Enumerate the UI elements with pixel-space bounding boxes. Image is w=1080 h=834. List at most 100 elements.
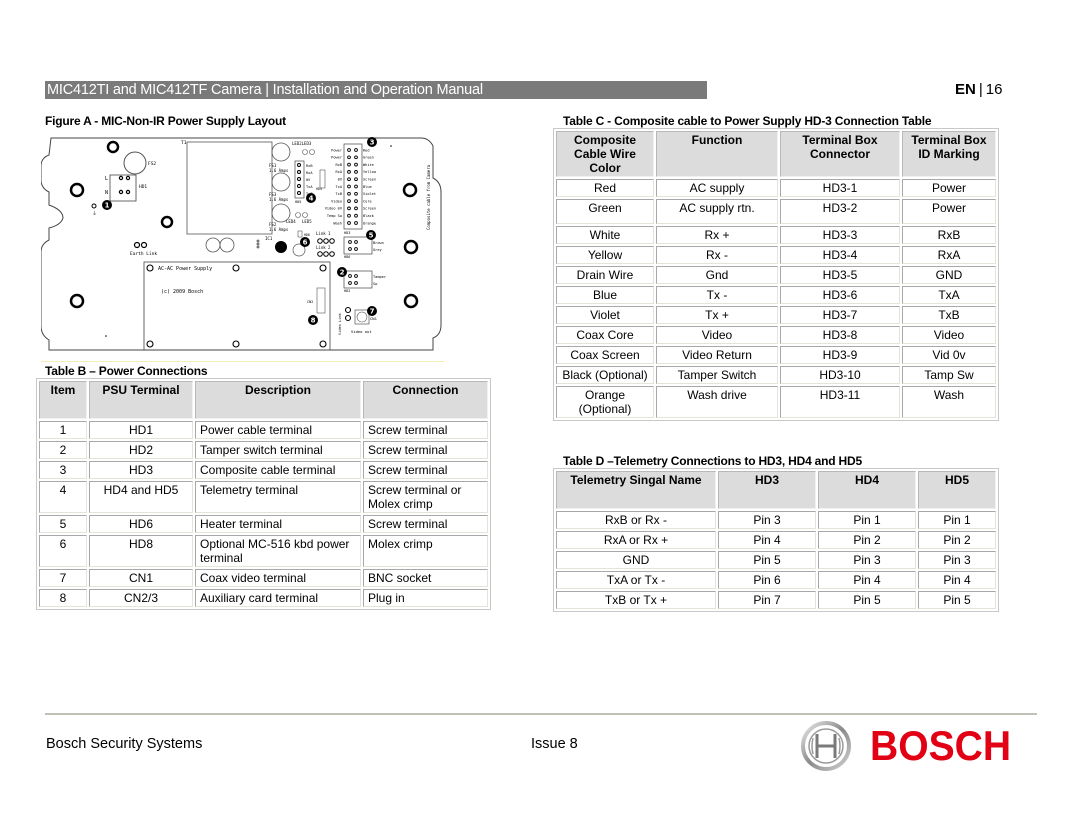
bosch-logo: BOSCH bbox=[800, 720, 1030, 772]
power-supply-layout-figure: FS2 L N HD1 ⏚ Earth Link T1 FS1 1.6 Amps… bbox=[41, 130, 444, 362]
table-cell: Wash bbox=[902, 386, 996, 418]
table-cell: Black (Optional) bbox=[556, 366, 654, 384]
table-cell: Tamp Sw bbox=[902, 366, 996, 384]
column-header: Telemetry Singal Name bbox=[556, 471, 716, 509]
callout-number: 2 bbox=[340, 269, 345, 277]
table-cell: Heater terminal bbox=[195, 515, 361, 533]
label-hd2: HD2 bbox=[344, 289, 350, 293]
table-cell: Pin 4 bbox=[718, 531, 816, 549]
hd3-left-label: TxA bbox=[336, 185, 343, 189]
table-cell: HD3 bbox=[89, 461, 193, 479]
hd3-left-label: RxA bbox=[336, 170, 343, 174]
table-cell: Tamper switch terminal bbox=[195, 441, 361, 459]
table-cell: Blue bbox=[556, 286, 654, 304]
figure-a-caption: Figure A - MIC-Non-IR Power Supply Layou… bbox=[45, 114, 286, 128]
label-led2-led3: LED2LED3 bbox=[292, 141, 312, 146]
table-row: 3 HD3 Composite cable terminal Screw termin… bbox=[39, 461, 488, 479]
table-cell: Screw terminal bbox=[363, 421, 488, 439]
table-cell: 6 bbox=[39, 535, 87, 567]
table-b-caption: Table B – Power Connections bbox=[45, 364, 208, 378]
table-cell: Tx - bbox=[656, 286, 778, 304]
table-cell: HD3-9 bbox=[780, 346, 900, 364]
label-fs1-rating: 1.6 Amps bbox=[269, 168, 289, 173]
svg-text:Tamper: Tamper bbox=[373, 275, 387, 279]
label-video-link: Video Link bbox=[338, 313, 342, 335]
table-cell: Screw terminal bbox=[363, 515, 488, 533]
label-hd8: HD8 bbox=[304, 233, 310, 237]
power-connections-table: Item PSU Terminal Description Connection 1H… bbox=[36, 378, 491, 610]
column-header: Terminal Box Connector bbox=[780, 131, 900, 177]
hd3-left-label: Video 0V bbox=[325, 207, 343, 211]
label-fs2-rating: 1.6 Amps bbox=[269, 227, 289, 232]
hd3-right-label: Blue bbox=[363, 185, 372, 189]
label-ac-supply: AC-AC Power Supply bbox=[158, 266, 212, 272]
column-header: Function bbox=[656, 131, 778, 177]
column-header: Terminal Box ID Marking bbox=[902, 131, 996, 177]
label-led5: LED5 bbox=[302, 219, 312, 224]
label-hd5: HD5 bbox=[295, 200, 301, 204]
table-cell: HD3-10 bbox=[780, 366, 900, 384]
label-cn1: CN1 bbox=[370, 316, 378, 321]
label-earth-link: Earth Link bbox=[130, 251, 157, 257]
table-row: 4 HD4 and HD5 Telemetry terminal Screw term… bbox=[39, 481, 488, 513]
table-cell: Power bbox=[902, 179, 996, 197]
table-row: Yellow Rx - HD3-4 RxA bbox=[556, 246, 996, 264]
table-cell: Pin 4 bbox=[818, 571, 916, 589]
table-cell: Pin 4 bbox=[918, 571, 996, 589]
table-cell: HD3-7 bbox=[780, 306, 900, 324]
transformer-t1 bbox=[186, 141, 273, 235]
table-row: Violet Tx + HD3-7 TxB bbox=[556, 306, 996, 324]
table-cell: Wash drive bbox=[656, 386, 778, 418]
table-cell: HD1 bbox=[89, 421, 193, 439]
bosch-armature-icon bbox=[801, 721, 851, 771]
table-cell: Coax Screen bbox=[556, 346, 654, 364]
label-hd4: HD4 bbox=[316, 187, 322, 191]
table-row: RxB or Rx - Pin 3 Pin 1 Pin 1 bbox=[556, 511, 996, 529]
label-t1: T1 bbox=[181, 140, 187, 146]
table-row: TxA or Tx - Pin 6 Pin 4 Pin 4 bbox=[556, 571, 996, 589]
hd3-right-label: Green bbox=[363, 156, 374, 160]
page-indicator: EN | 16 bbox=[955, 80, 1002, 100]
table-cell: 1 bbox=[39, 421, 87, 439]
table-cell: Plug in bbox=[363, 589, 488, 607]
label-l: L bbox=[105, 176, 108, 182]
table-cell: Tamper Switch bbox=[656, 366, 778, 384]
table-cell: Pin 3 bbox=[818, 551, 916, 569]
hd3-left-label: Wash bbox=[333, 221, 342, 225]
label-copyright: (c) 2009 Bosch bbox=[161, 289, 203, 295]
svg-text:Brown: Brown bbox=[373, 241, 384, 245]
svg-text:RxA: RxA bbox=[306, 171, 313, 175]
svg-text:⏚: ⏚ bbox=[92, 210, 97, 217]
table-cell: TxA bbox=[902, 286, 996, 304]
table-cell: 3 bbox=[39, 461, 87, 479]
label-ic1: IC1 bbox=[265, 236, 273, 241]
composite-cable-table: Composite Cable Wire Color Function Termin… bbox=[553, 128, 999, 421]
table-cell: CN2/3 bbox=[89, 589, 193, 607]
table-cell: White bbox=[556, 226, 654, 244]
table-cell: Screw terminal bbox=[363, 461, 488, 479]
label-hd3: HD3 bbox=[344, 231, 350, 235]
table-row: Red AC supply HD3-1 Power bbox=[556, 179, 996, 197]
label-cn2: CN2 bbox=[307, 300, 313, 304]
footer-company: Bosch Security Systems bbox=[46, 736, 203, 752]
svg-text:TxA: TxA bbox=[306, 185, 313, 189]
table-cell: GND bbox=[902, 266, 996, 284]
table-cell: Rx - bbox=[656, 246, 778, 264]
document-header-title: MIC412TI and MIC412TF Camera | Installat… bbox=[45, 81, 707, 99]
table-cell: 4 bbox=[39, 481, 87, 513]
table-cell: Red bbox=[556, 179, 654, 197]
table-row: Coax Screen Video Return HD3-9 Vid 0v bbox=[556, 346, 996, 364]
table-c-caption: Table C - Composite cable to Power Suppl… bbox=[563, 114, 932, 128]
hd3-right-label: White bbox=[363, 163, 374, 167]
hd3-right-label: Screen bbox=[363, 178, 376, 182]
hd3-right-label: Orange bbox=[363, 221, 376, 225]
label-fs3-rating: 1.6 Amps bbox=[269, 197, 289, 202]
column-header: Composite Cable Wire Color bbox=[556, 131, 654, 177]
table-cell: RxA or Rx + bbox=[556, 531, 716, 549]
telemetry-connections-table: Telemetry Singal Name HD3 HD4 HD5 RxB or Rx… bbox=[553, 468, 999, 612]
label-hd1: HD1 bbox=[139, 184, 147, 190]
table-cell: HD2 bbox=[89, 441, 193, 459]
column-header: Connection bbox=[363, 381, 488, 419]
hd3-left-label: Video bbox=[331, 199, 342, 203]
callout-number: 8 bbox=[311, 317, 316, 325]
